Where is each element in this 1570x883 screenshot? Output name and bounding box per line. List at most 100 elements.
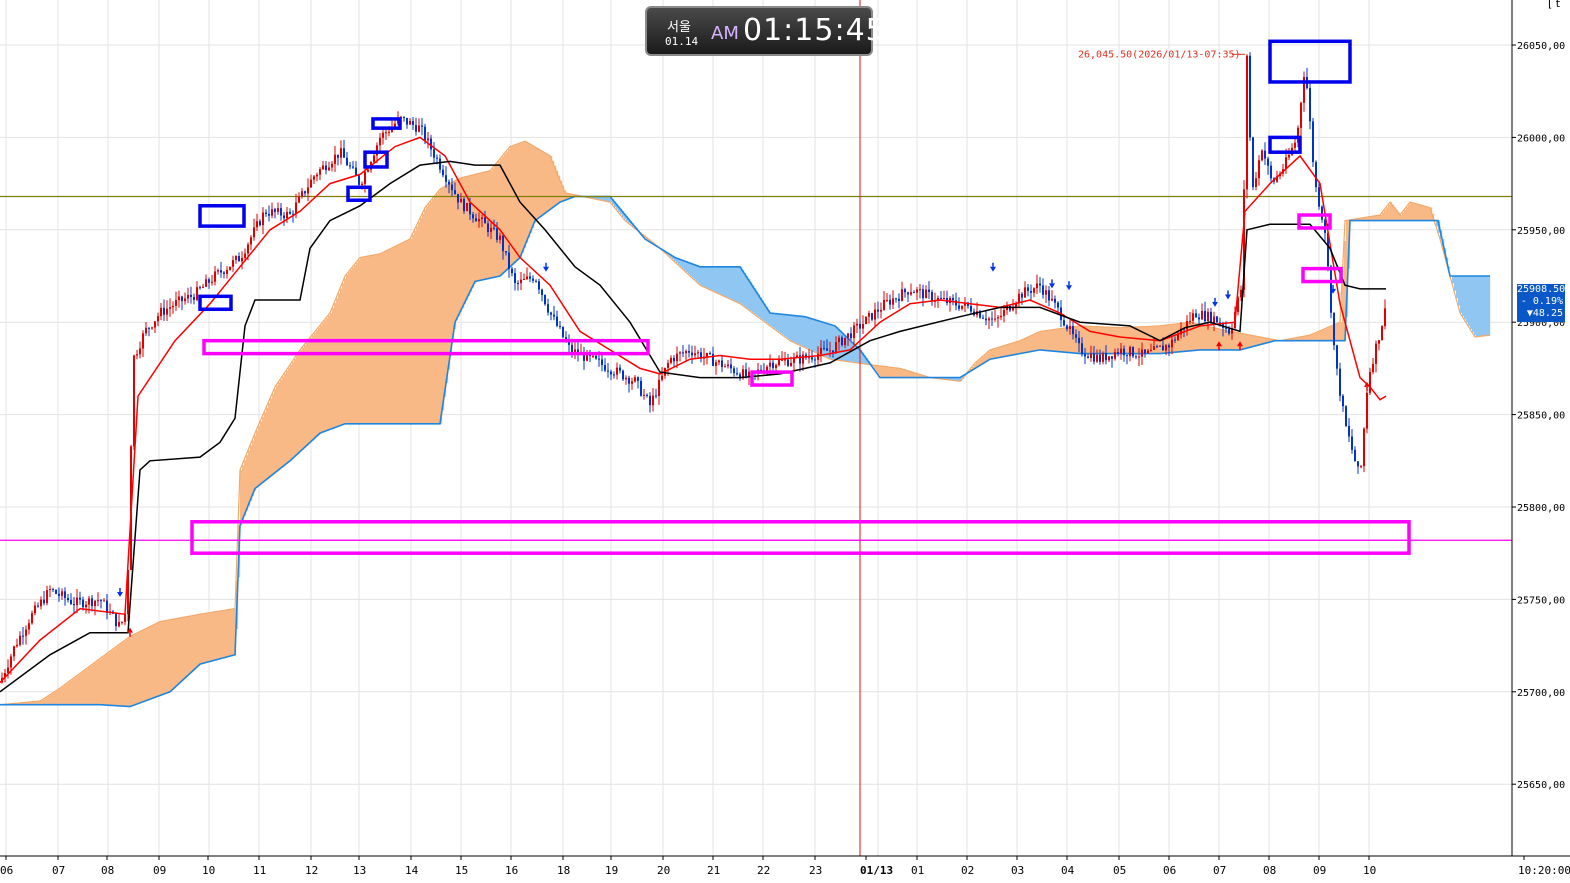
x-tick-label: 15	[455, 864, 468, 877]
cloud-segment	[990, 349, 993, 360]
cloud-segment	[1340, 322, 1343, 341]
candle-body	[352, 166, 354, 168]
candle-body	[421, 125, 423, 127]
cloud-segment	[400, 243, 403, 424]
candle-body	[1201, 310, 1203, 320]
cloud-segment	[98, 660, 101, 705]
cloud-segment	[386, 250, 389, 424]
cloud-segment	[472, 175, 475, 288]
candle-body	[91, 598, 93, 607]
cloud-segment	[112, 649, 115, 706]
candle-body	[178, 296, 180, 301]
candle-body	[289, 211, 291, 214]
x-tick-label: 13	[353, 864, 366, 877]
candle-body	[1132, 346, 1134, 357]
candle-body	[43, 599, 45, 604]
cloud-segment	[1234, 332, 1237, 350]
cloud-segment	[76, 676, 79, 705]
candle-body	[1270, 165, 1272, 179]
candle-body	[31, 613, 33, 624]
cloud-segment	[268, 403, 271, 479]
cloud-segment	[162, 621, 165, 695]
cloud-segment	[192, 615, 195, 672]
cloud-segment	[720, 266, 723, 295]
candle-body	[640, 380, 642, 396]
cloud-segment	[524, 141, 527, 248]
candle-body	[847, 333, 849, 338]
candle-body	[166, 308, 168, 315]
cloud-segment	[1050, 330, 1053, 351]
cloud-segment	[1326, 328, 1329, 341]
candle-body	[772, 362, 774, 368]
cloud-segment	[1404, 209, 1407, 221]
candle-body	[274, 209, 276, 212]
candle-body	[364, 171, 366, 184]
candle-body	[907, 292, 909, 295]
cloud-segment	[52, 693, 55, 705]
candle-body	[136, 354, 138, 356]
cloud-segment	[302, 347, 305, 450]
cloud-segment	[100, 658, 103, 705]
cloud-segment	[894, 367, 897, 378]
cloud-segment	[774, 313, 777, 329]
cloud-segment	[78, 674, 81, 705]
candle-body	[1099, 354, 1101, 362]
candle-body	[16, 644, 18, 647]
cloud-segment	[66, 683, 69, 705]
x-tick-label: 02	[961, 864, 974, 877]
candle-body	[334, 154, 336, 164]
cloud-segment	[726, 266, 729, 298]
x-tick-label: 08	[1263, 864, 1276, 877]
cloud-segment	[146, 628, 149, 701]
x-tick-label: 08	[101, 864, 114, 877]
candle-body	[895, 298, 897, 300]
cloud-segment	[742, 269, 745, 306]
cloud-segment	[300, 349, 303, 452]
cloud-segment	[420, 218, 423, 424]
candle-body	[301, 191, 303, 197]
candle-body	[418, 125, 420, 132]
cloud-segment	[200, 614, 203, 665]
cloud-segment	[1014, 342, 1017, 355]
candle-body	[613, 374, 615, 376]
candle-body	[832, 350, 834, 353]
cloud-segment	[274, 389, 277, 474]
cloud-segment	[1028, 336, 1031, 353]
cloud-segment	[180, 617, 183, 683]
candle-body	[1150, 349, 1152, 351]
candle-body	[235, 256, 237, 261]
candle-body	[871, 313, 873, 320]
cloud-segment	[1406, 207, 1409, 221]
cloud-segment	[82, 671, 85, 705]
candle-body	[271, 209, 273, 216]
cloud-segment	[898, 368, 901, 378]
candle-body	[517, 282, 519, 284]
cloud-segment	[426, 206, 429, 424]
candle-body	[1072, 326, 1074, 335]
cloud-segment	[724, 266, 727, 297]
cloud-segment	[46, 697, 49, 705]
clock-time: 01:15:45	[743, 13, 886, 48]
candle-body	[748, 371, 750, 377]
cloud-segment	[522, 142, 525, 253]
candle-body	[991, 318, 993, 320]
candle-body	[850, 333, 852, 339]
cloud-segment	[380, 253, 383, 424]
cloud-segment	[272, 393, 275, 476]
candle-body	[682, 352, 684, 354]
cloud-segment	[852, 342, 855, 363]
candle-body	[1252, 137, 1254, 187]
candle-body	[25, 629, 27, 636]
cloud-segment	[254, 435, 257, 491]
cloud-segment	[900, 368, 903, 378]
clock-city: 서울	[667, 20, 691, 35]
candle-body	[382, 132, 384, 138]
ichimoku-chart[interactable]: 26,045.50(2026/01/13-07:35) 26050,00 26000…	[0, 0, 1570, 879]
cloud-segment	[296, 355, 299, 456]
candle-body	[1120, 348, 1122, 354]
candle-body	[1135, 356, 1137, 358]
candle-body	[160, 307, 162, 317]
cloud-segment	[314, 332, 317, 439]
candle-body	[562, 326, 564, 338]
cloud-segment	[202, 613, 205, 664]
